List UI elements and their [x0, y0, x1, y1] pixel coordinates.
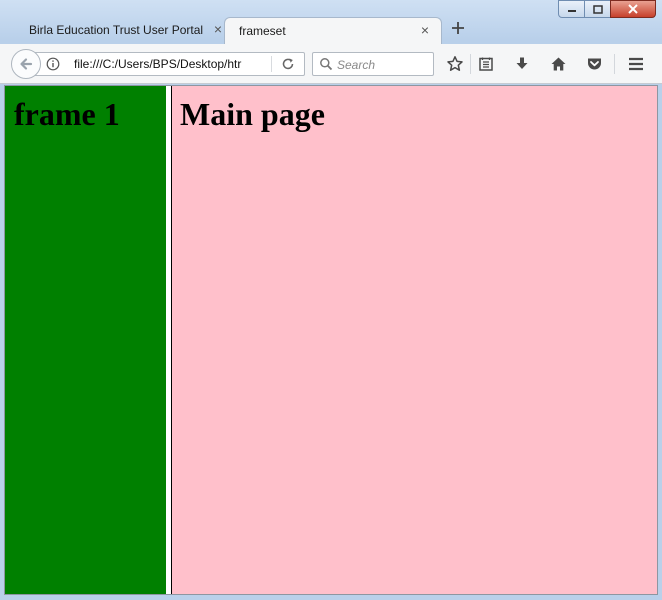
download-icon: [516, 57, 528, 69]
window-controls: [558, 0, 656, 20]
page-viewport: frame 1 Main page: [4, 85, 658, 595]
back-arrow-icon: [20, 58, 33, 70]
left-frame-heading: frame 1: [14, 96, 120, 132]
toolbar-divider: [470, 54, 471, 74]
maximize-icon: [592, 4, 603, 14]
pocket-button[interactable]: [584, 54, 604, 74]
window-bottom-border: [0, 595, 662, 600]
menu-button[interactable]: [626, 54, 646, 74]
reload-icon[interactable]: [281, 57, 295, 71]
close-icon: [628, 4, 638, 14]
search-bar[interactable]: Search: [312, 52, 434, 76]
download-button[interactable]: [512, 54, 532, 74]
url-bar[interactable]: file:///C:/Users/BPS/Desktop/htr: [30, 52, 305, 76]
search-icon: [320, 58, 333, 71]
tab-label: Birla Education Trust User Portal: [29, 23, 204, 37]
plus-icon: [452, 22, 464, 34]
main-frame: Main page: [172, 86, 657, 594]
home-button[interactable]: [548, 54, 568, 74]
bookmark-star-button[interactable]: [445, 54, 465, 74]
url-divider: [271, 56, 272, 72]
reading-list-button[interactable]: [476, 54, 496, 74]
pocket-icon: [587, 58, 601, 70]
menu-icon: [629, 57, 643, 71]
reading-list-icon: [479, 57, 493, 71]
tab-label: frameset: [239, 24, 286, 38]
browser-window: Birla Education Trust User Portal × fram…: [0, 0, 662, 600]
minimize-button[interactable]: [558, 0, 585, 18]
bookmark-star-icon: [447, 56, 463, 71]
left-frame: frame 1: [5, 86, 166, 594]
new-tab-button[interactable]: [449, 20, 467, 38]
url-text[interactable]: file:///C:/Users/BPS/Desktop/htr: [74, 57, 241, 71]
toolbar-divider: [614, 54, 615, 74]
tab-close-icon[interactable]: ×: [418, 23, 432, 37]
tab-strip: Birla Education Trust User Portal × fram…: [0, 0, 662, 44]
back-button[interactable]: [11, 49, 41, 79]
main-frame-heading: Main page: [180, 96, 325, 132]
info-icon[interactable]: [46, 57, 60, 71]
tab-close-icon[interactable]: ×: [211, 22, 225, 36]
tab-birla-portal[interactable]: Birla Education Trust User Portal ×: [16, 17, 226, 44]
navigation-toolbar: file:///C:/Users/BPS/Desktop/htr Search: [0, 44, 662, 84]
close-window-button[interactable]: [610, 0, 656, 18]
home-icon: [551, 57, 565, 71]
search-placeholder: Search: [337, 58, 376, 72]
minimize-icon: [567, 10, 576, 12]
maximize-button[interactable]: [584, 0, 611, 18]
tab-frameset[interactable]: frameset ×: [224, 17, 442, 44]
